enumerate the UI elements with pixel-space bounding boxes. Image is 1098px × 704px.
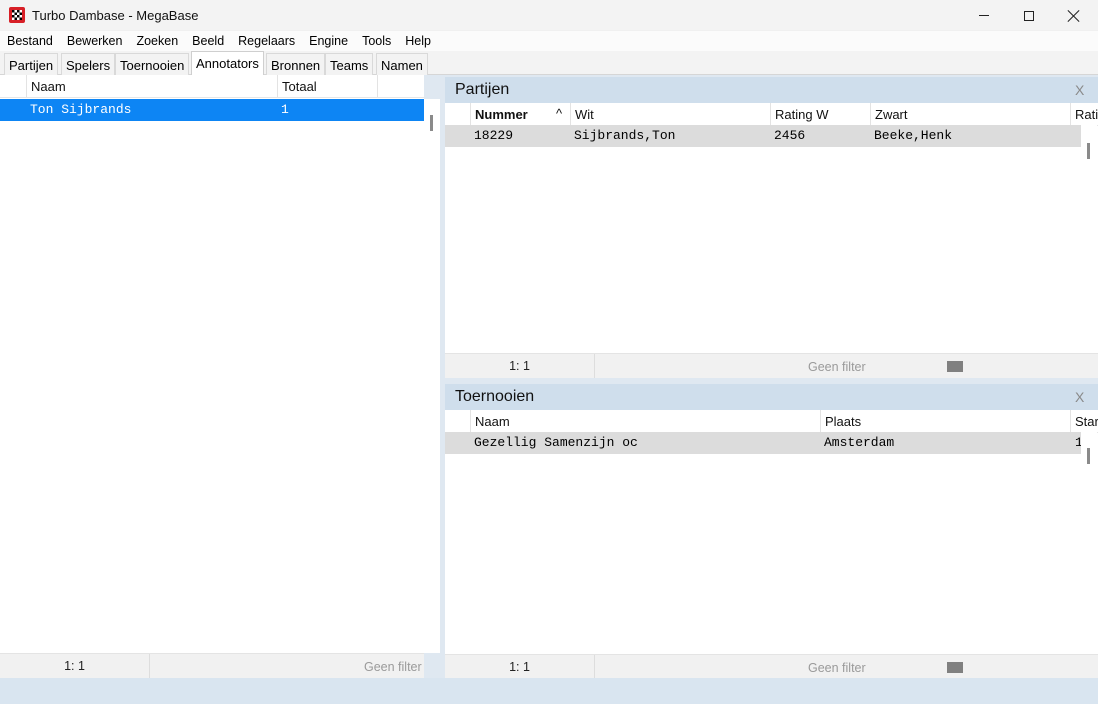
tab-teams[interactable]: Teams xyxy=(325,53,374,75)
tab-spelers[interactable]: Spelers xyxy=(61,53,116,75)
menu-bar: Bestand Bewerken Zoeken Beeld Regelaars … xyxy=(0,31,1098,51)
partij-zwart: Beeke,Henk xyxy=(874,128,953,143)
partijen-grid-header: Nummer ^ Wit Rating W Zwart Rati xyxy=(445,103,1098,126)
partijen-panel-header: Partijen X xyxy=(445,77,1098,103)
table-row[interactable]: Gezellig Samenzijn oc Amsterdam 1 xyxy=(445,432,1083,454)
column-header-naam[interactable]: Naam xyxy=(471,410,821,432)
table-row[interactable]: Ton Sijbrands 1 xyxy=(0,99,424,121)
scrollbar-thumb[interactable] xyxy=(1087,448,1090,464)
window-title: Turbo Dambase - MegaBase xyxy=(32,8,199,23)
annotator-naam: Ton Sijbrands xyxy=(30,102,132,117)
menu-help[interactable]: Help xyxy=(398,31,438,51)
partijen-panel-title: Partijen xyxy=(455,81,510,98)
toernooien-grid-header: Naam Plaats Star xyxy=(445,410,1098,433)
toernooi-naam: Gezellig Samenzijn oc xyxy=(474,435,638,450)
menu-bewerken[interactable]: Bewerken xyxy=(60,31,130,51)
tab-bar: Partijen Spelers Toernooien Annotators B… xyxy=(0,51,1098,76)
toernooien-grid: Naam Plaats Star Gezellig Samenzijn oc A… xyxy=(445,410,1098,654)
tab-partijen[interactable]: Partijen xyxy=(4,53,59,75)
sort-ascending-icon: ^ xyxy=(556,106,563,121)
minimize-button[interactable] xyxy=(961,0,1007,31)
filter-status: Geen filter xyxy=(808,360,866,374)
column-header-zwart[interactable]: Zwart xyxy=(871,103,1071,125)
toernooien-panel-header: Toernooien X xyxy=(445,384,1098,410)
tab-annotators[interactable]: Annotators xyxy=(191,51,264,76)
toernooien-panel-close-button[interactable]: X xyxy=(1075,389,1084,405)
maximize-button[interactable] xyxy=(1006,0,1052,31)
partij-wit: Sijbrands,Ton xyxy=(574,128,676,143)
filter-toggle-icon[interactable] xyxy=(947,662,963,673)
column-header-wit[interactable]: Wit xyxy=(571,103,771,125)
minimize-icon xyxy=(979,15,989,16)
filter-status: Geen filter xyxy=(808,661,866,675)
column-header-start[interactable]: Star xyxy=(1071,410,1098,432)
menu-engine[interactable]: Engine xyxy=(302,31,355,51)
column-header-naam[interactable]: Naam xyxy=(27,75,278,97)
partij-rating-w: 2456 xyxy=(774,128,806,143)
partijen-scrollbar[interactable] xyxy=(1081,125,1097,353)
tab-toernooien[interactable]: Toernooien xyxy=(115,53,190,75)
record-count: 1: 1 xyxy=(445,354,595,378)
annotators-grid-header: Naam Totaal xyxy=(0,75,424,98)
close-icon xyxy=(1068,10,1080,22)
row-indicator-header xyxy=(0,75,27,97)
menu-beeld[interactable]: Beeld xyxy=(185,31,231,51)
column-header-totaal[interactable]: Totaal xyxy=(278,75,378,97)
tab-bronnen[interactable]: Bronnen xyxy=(266,53,326,75)
menu-regelaars[interactable]: Regelaars xyxy=(231,31,302,51)
annotators-grid: Naam Totaal Ton Sijbrands 1 xyxy=(0,75,424,653)
toernooien-status-bar: 1: 1 Geen filter xyxy=(445,654,1098,679)
annotators-scrollbar[interactable] xyxy=(424,99,440,653)
row-indicator-header xyxy=(445,103,471,125)
annotators-status-bar: 1: 1 Geen filter xyxy=(0,653,424,678)
menu-zoeken[interactable]: Zoeken xyxy=(129,31,185,51)
column-header-nummer-label: Nummer xyxy=(475,107,528,122)
title-bar: Turbo Dambase - MegaBase xyxy=(0,0,1098,31)
scrollbar-thumb[interactable] xyxy=(1087,143,1090,159)
record-count: 1: 1 xyxy=(445,655,595,679)
menu-tools[interactable]: Tools xyxy=(355,31,398,51)
tab-namen[interactable]: Namen xyxy=(376,53,428,75)
filter-toggle-icon[interactable] xyxy=(947,361,963,372)
toernooien-panel-title: Toernooien xyxy=(455,388,535,405)
record-count: 1: 1 xyxy=(0,654,150,678)
partijen-grid: Nummer ^ Wit Rating W Zwart Rati 18229 S… xyxy=(445,103,1098,353)
filter-status: Geen filter xyxy=(364,660,422,674)
toernooi-plaats: Amsterdam xyxy=(824,435,895,450)
column-header-plaats[interactable]: Plaats xyxy=(821,410,1071,432)
bottom-strip xyxy=(0,678,1098,704)
close-button[interactable] xyxy=(1051,0,1097,31)
app-checkerboard-icon xyxy=(9,7,25,23)
maximize-icon xyxy=(1024,10,1034,21)
column-header-rating-z[interactable]: Rati xyxy=(1071,103,1098,125)
toernooien-scrollbar[interactable] xyxy=(1081,432,1097,654)
row-indicator-header xyxy=(445,410,471,432)
partijen-status-bar: 1: 1 Geen filter xyxy=(445,353,1098,378)
column-header-rating-w[interactable]: Rating W xyxy=(771,103,871,125)
scrollbar-thumb[interactable] xyxy=(430,115,433,131)
partijen-panel-close-button[interactable]: X xyxy=(1075,82,1084,98)
table-row[interactable]: 18229 Sijbrands,Ton 2456 Beeke,Henk xyxy=(445,125,1081,147)
column-header-nummer[interactable]: Nummer ^ xyxy=(471,103,571,125)
annotator-totaal: 1 xyxy=(281,102,289,117)
partij-nummer: 18229 xyxy=(474,128,514,143)
menu-bestand[interactable]: Bestand xyxy=(0,31,60,51)
